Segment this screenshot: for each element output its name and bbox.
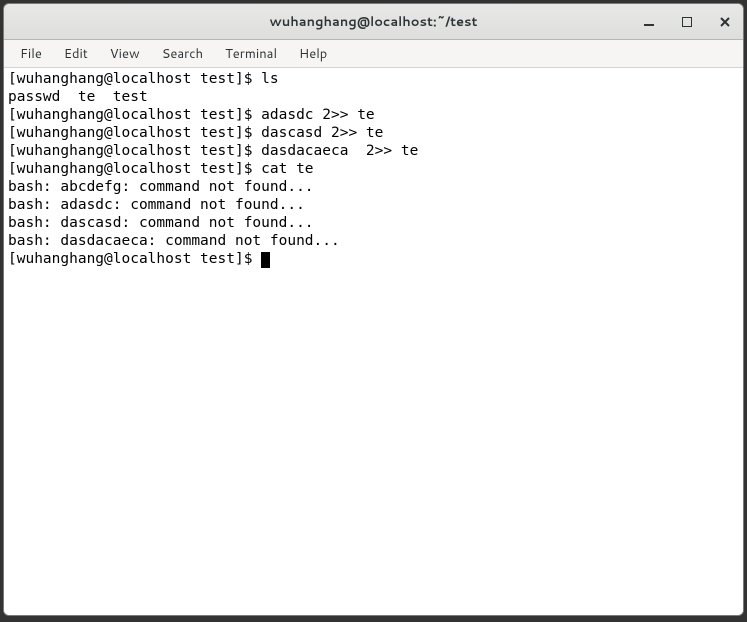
term-line: bash: dascasd: command not found... [8, 214, 739, 232]
menu-edit[interactable]: Edit [54, 41, 98, 67]
term-line: [wuhanghang@localhost test]$ cat te [8, 160, 739, 178]
cursor-icon [261, 252, 270, 268]
menubar: File Edit View Search Terminal Help [4, 40, 743, 68]
term-line: bash: dasdacaeca: command not found... [8, 232, 739, 250]
titlebar: wuhanghang@localhost:~/test [4, 4, 743, 40]
menu-terminal[interactable]: Terminal [215, 41, 287, 67]
close-icon [720, 17, 730, 27]
minimize-button[interactable] [637, 10, 661, 34]
term-line: [wuhanghang@localhost test]$ dasdacaeca … [8, 142, 739, 160]
maximize-button[interactable] [675, 10, 699, 34]
term-line: bash: abcdefg: command not found... [8, 178, 739, 196]
term-line: passwd te test [8, 88, 739, 106]
terminal-output[interactable]: [wuhanghang@localhost test]$ lspasswd te… [4, 68, 743, 615]
terminal-window: wuhanghang@localhost:~/test File Edit Vi… [3, 3, 744, 616]
term-prompt: [wuhanghang@localhost test]$ [8, 251, 261, 267]
term-line: [wuhanghang@localhost test]$ ls [8, 70, 739, 88]
term-line: [wuhanghang@localhost test]$ adasdc 2>> … [8, 106, 739, 124]
window-controls [637, 10, 737, 34]
term-line: bash: adasdc: command not found... [8, 196, 739, 214]
term-line: [wuhanghang@localhost test]$ dascasd 2>>… [8, 124, 739, 142]
window-title: wuhanghang@localhost:~/test [4, 13, 743, 31]
menu-help[interactable]: Help [289, 41, 337, 67]
close-button[interactable] [713, 10, 737, 34]
term-prompt-line: [wuhanghang@localhost test]$ [8, 250, 739, 268]
menu-file[interactable]: File [10, 41, 52, 67]
minimize-icon [644, 17, 654, 27]
menu-view[interactable]: View [100, 41, 150, 67]
menu-search[interactable]: Search [152, 41, 213, 67]
maximize-icon [682, 17, 692, 27]
